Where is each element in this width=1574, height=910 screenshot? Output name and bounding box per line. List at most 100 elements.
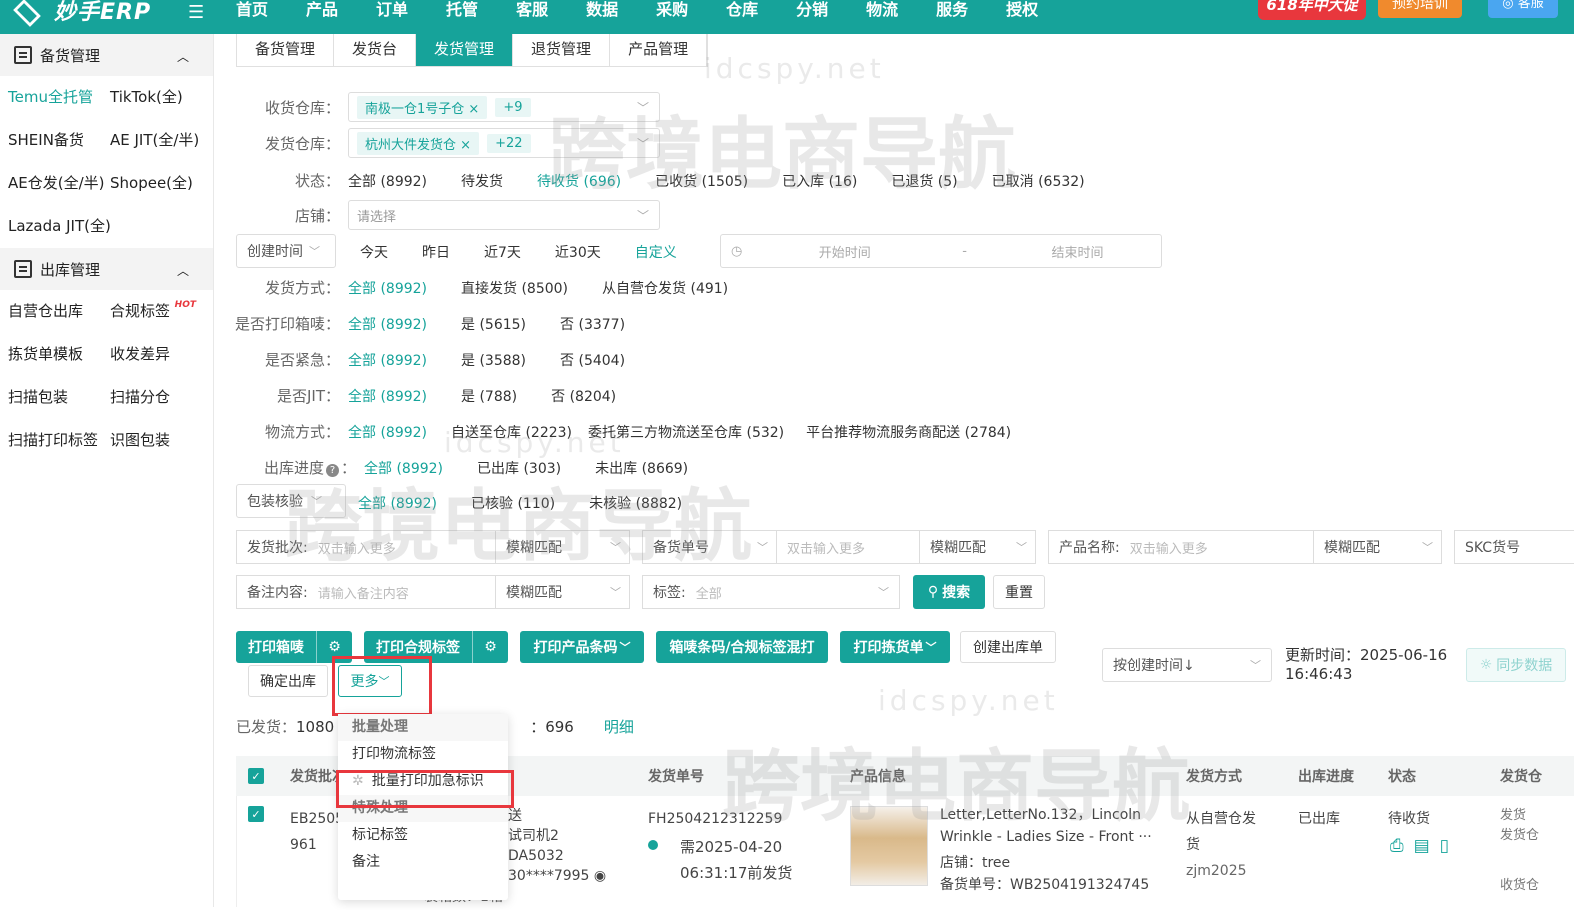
sidebar-item-ae-warehouse[interactable]: AE仓发(全/半) <box>8 162 110 205</box>
nav-item[interactable]: 分销 <box>796 0 828 20</box>
mix-print-button[interactable]: 箱唛条码/合规标签混打 <box>656 631 828 663</box>
time-30d[interactable]: 近30天 <box>555 242 601 262</box>
confirm-outbound-button[interactable]: 确定出库 <box>248 665 328 697</box>
print-icon[interactable]: ⎙ <box>1390 836 1404 856</box>
ship-self-warehouse[interactable]: 从自营仓发货 (491) <box>602 278 728 298</box>
sidebar-item-shopee[interactable]: Shopee(全) <box>110 162 220 205</box>
tab-stock[interactable]: 备货管理 <box>237 34 335 66</box>
pname-match-select[interactable]: 模糊匹配 ﹀ <box>1313 531 1441 563</box>
training-button[interactable]: 预约培训 <box>1378 0 1462 18</box>
print-barcode-button[interactable]: 打印产品条码 ﹀ <box>520 631 644 663</box>
prog-not-out[interactable]: 未出库 (8669) <box>595 458 688 478</box>
pack-checked[interactable]: 已核验 (110) <box>471 493 555 513</box>
nav-item[interactable]: 仓库 <box>726 0 758 20</box>
shop-select[interactable]: 请选择 ﹀ <box>348 200 660 230</box>
nav-item[interactable]: 服务 <box>936 0 968 20</box>
tab-product[interactable]: 产品管理 <box>610 34 708 66</box>
sort-select[interactable]: 按创建时间↓ ﹀ <box>1102 648 1272 682</box>
sidebar-item-image-pack[interactable]: 识图包装 <box>110 419 220 462</box>
file-icon[interactable]: ▯ <box>1440 836 1449 856</box>
menu-print-logistics-label[interactable]: 打印物流标签 <box>338 741 508 768</box>
app-logo[interactable]: 妙手ERP <box>10 0 151 27</box>
stock-no-select[interactable]: 备货单号 ﹀ <box>643 531 777 563</box>
box-no[interactable]: 否 (3377) <box>560 314 625 334</box>
jit-yes[interactable]: 是 (788) <box>461 386 517 406</box>
box-all[interactable]: 全部 (8992) <box>348 314 427 334</box>
urgent-all[interactable]: 全部 (8992) <box>348 350 427 370</box>
prog-out[interactable]: 已出库 (303) <box>477 458 561 478</box>
nav-item[interactable]: 订单 <box>376 0 408 20</box>
promo-banner[interactable]: 618年中大促 <box>1258 0 1366 20</box>
stock-no-input[interactable]: 双击输入更多 <box>777 538 919 557</box>
ship-direct[interactable]: 直接发货 (8500) <box>461 278 568 298</box>
sidebar-item-tiktok[interactable]: TikTok(全) <box>110 76 220 119</box>
nav-item[interactable]: 客服 <box>516 0 548 20</box>
urgent-yes[interactable]: 是 (3588) <box>461 350 526 370</box>
batch-match-select[interactable]: 模糊匹配 ﹀ <box>495 531 629 563</box>
logi-all[interactable]: 全部 (8992) <box>348 422 427 442</box>
sidebar-item-temu[interactable]: Temu全托管 <box>8 76 110 119</box>
skc-select[interactable]: SKC货号 <box>1454 530 1574 564</box>
start-date-input[interactable]: 开始时间 <box>754 242 935 261</box>
status-pending-receive[interactable]: 待收货 (696) <box>537 171 621 191</box>
sidebar-item-self-outbound[interactable]: 自营仓出库 <box>8 290 110 333</box>
clipboard-icon[interactable]: ▤ <box>1414 836 1430 856</box>
sidebar-item-scan-split[interactable]: 扫描分仓 <box>110 376 220 419</box>
sidebar-item-pick-template[interactable]: 拣货单模板 <box>8 333 110 376</box>
nav-item[interactable]: 首页 <box>236 0 268 20</box>
note-input[interactable]: 请输入备注内容 <box>318 583 495 602</box>
sync-data-button[interactable]: ☼ 同步数据 <box>1466 648 1566 682</box>
status-returned[interactable]: 已退货 (5) <box>891 171 957 191</box>
stock-match-select[interactable]: 模糊匹配 ﹀ <box>919 531 1035 563</box>
logi-platform[interactable]: 平台推荐物流服务商配送 (2784) <box>806 422 1011 442</box>
tag-select[interactable]: 标签: 全部 ﹀ <box>642 575 900 609</box>
time-7d[interactable]: 近7天 <box>484 242 521 262</box>
customer-service-button[interactable]: ◎ 客服 <box>1488 0 1558 18</box>
sidebar-item-diff[interactable]: 收发差异 <box>110 333 220 376</box>
send-warehouse-select[interactable]: 杭州大件发货仓 × +22 ﹀ <box>348 128 660 158</box>
row-checkbox[interactable]: ✓ <box>248 806 264 822</box>
nav-item[interactable]: 采购 <box>656 0 688 20</box>
status-stored[interactable]: 已入库 (16) <box>782 171 857 191</box>
jit-no[interactable]: 否 (8204) <box>551 386 616 406</box>
logi-self[interactable]: 自送至仓库 (2223) <box>451 422 572 442</box>
reset-button[interactable]: 重置 <box>993 575 1045 609</box>
status-all[interactable]: 全部 (8992) <box>348 171 427 191</box>
recv-warehouse-select[interactable]: 南极一仓1号子仓 × +9 ﹀ <box>348 92 660 122</box>
nav-item[interactable]: 物流 <box>866 0 898 20</box>
nav-item[interactable]: 授权 <box>1006 0 1038 20</box>
time-custom[interactable]: 自定义 <box>635 242 677 262</box>
logi-third[interactable]: 委托第三方物流送至仓库 (532) <box>588 422 784 442</box>
end-date-input[interactable]: 结束时间 <box>994 242 1161 261</box>
menu-remark[interactable]: 备注 <box>338 849 508 876</box>
status-received[interactable]: 已收货 (1505) <box>655 171 748 191</box>
nav-item[interactable]: 产品 <box>306 0 338 20</box>
tab-return[interactable]: 退货管理 <box>513 34 611 66</box>
help-icon[interactable]: ? <box>325 464 339 477</box>
nav-item[interactable]: 数据 <box>586 0 618 20</box>
batch-input[interactable]: 双击输入更多 <box>318 538 495 557</box>
close-icon[interactable]: × <box>460 138 471 153</box>
status-cancelled[interactable]: 已取消 (6532) <box>992 171 1085 191</box>
pack-all[interactable]: 全部 (8992) <box>358 493 437 513</box>
sidebar-section-stock[interactable]: 备货管理 ︿ <box>0 34 213 76</box>
close-icon[interactable]: × <box>468 102 479 117</box>
sidebar-item-compliance-label[interactable]: 合规标签 HOT <box>110 290 220 333</box>
select-all-checkbox[interactable]: ✓ <box>248 768 264 784</box>
ship-all[interactable]: 全部 (8992) <box>348 278 427 298</box>
print-pick-list-button[interactable]: 打印拣货单 ﹀ <box>840 631 950 663</box>
sidebar-item-ae-jit[interactable]: AE JIT(全/半) <box>110 119 220 162</box>
time-yesterday[interactable]: 昨日 <box>422 242 450 262</box>
sidebar-item-scan-pack[interactable]: 扫描包装 <box>8 376 110 419</box>
tab-ship-desk[interactable]: 发货台 <box>334 34 417 66</box>
pack-check-select[interactable]: 包装核验 ﹀ <box>236 484 346 518</box>
tab-ship-manage[interactable]: 发货管理 <box>416 34 514 66</box>
date-range-picker[interactable]: ◷ 开始时间 - 结束时间 <box>720 234 1162 268</box>
search-button[interactable]: ⚲ 搜索 <box>913 575 985 609</box>
box-yes[interactable]: 是 (5615) <box>461 314 526 334</box>
gear-icon[interactable]: ⚙ <box>472 631 508 663</box>
menu-mark-tag[interactable]: 标记标签 <box>338 822 508 849</box>
status-pending-ship[interactable]: 待发货 <box>461 171 503 191</box>
detail-link[interactable]: 明细 <box>604 716 634 737</box>
create-outbound-button[interactable]: 创建出库单 <box>960 631 1056 663</box>
